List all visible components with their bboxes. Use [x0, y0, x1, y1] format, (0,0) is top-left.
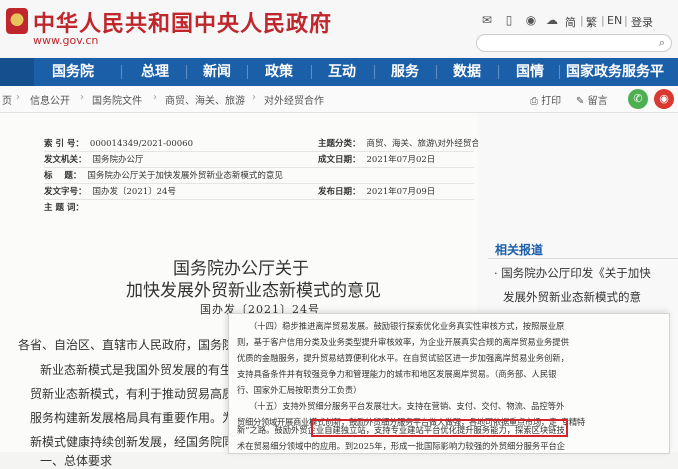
tiananmen-icon — [0, 58, 34, 86]
comment-button[interactable]: ✎ 留言 — [576, 92, 608, 107]
excerpt-line: 则，基于客户信用分类及业务类型提升审核效率，为企业开展真实合规的离岸贸易业务提供 — [237, 337, 569, 347]
body-paragraph-line: 各省、自治区、直辖市人民政府，国务院各 — [18, 338, 247, 352]
meta-issuer-row: 发文机关： 国务院办公厅 — [44, 153, 144, 165]
weibo-share-icon[interactable]: ◉ — [654, 89, 674, 109]
document-meta-table: 索 引 号： 000014349/2021-00060 主题分类： 商贸、海关、旅游… — [44, 133, 488, 213]
divider: | — [624, 14, 628, 27]
breadcrumb-commerce[interactable]: 商贸、海关、旅游 — [165, 92, 245, 107]
meta-divider — [44, 199, 474, 200]
meta-label: 主 题 词： — [44, 203, 84, 213]
meta-divider — [44, 183, 474, 184]
main-nav: 国务院 总理 新闻 政策 互动 服务 数据 国情 国家政务服务平 — [0, 58, 678, 86]
breadcrumb-separator: › — [153, 92, 157, 103]
weibo-small-icon[interactable]: ◉ — [523, 13, 539, 27]
meta-written-date-row: 成文日期： 2021年07月02日 — [318, 153, 435, 165]
nav-separator — [121, 65, 122, 79]
excerpt-line: 术在贸易细分领域中的应用。到2025年，形成一批国际影响力较强的外贸细分服务平台… — [237, 441, 566, 451]
meta-label: 发文机关： — [44, 155, 87, 165]
breadcrumb-separator: › — [80, 92, 84, 103]
excerpt-line: 支持具备条件并有较强竞争力和管理能力的城市和地区发展离岸贸易。（商务部、人民银 — [237, 369, 557, 379]
simplified-chinese-link[interactable]: 简 — [565, 14, 576, 30]
comment-label: 留言 — [587, 96, 608, 107]
site-url[interactable]: www.gov.cn — [33, 34, 98, 47]
nav-item-policy[interactable]: 政策 — [265, 58, 293, 86]
body-paragraph-line: 新业态新模式是我国外贸发展的有生力 — [40, 363, 245, 377]
meta-label: 索 引 号： — [44, 139, 84, 149]
breadcrumb-separator: › — [16, 92, 20, 103]
meta-divider — [44, 167, 474, 168]
body-paragraph-line: 贸新业态新模式，有利于推动贸易高质量发 — [30, 387, 259, 401]
body-paragraph-line: 新模式健康持续创新发展，经国务院同意， — [30, 435, 259, 449]
divider: | — [601, 14, 605, 27]
nav-item-news[interactable]: 新闻 — [203, 58, 231, 86]
meta-label: 成文日期： — [318, 155, 361, 165]
meta-title-row: 标 题： 国务院办公厅关于加快发展外贸新业态新模式的意见 — [44, 169, 283, 181]
meta-index-row: 索 引 号： 000014349/2021-00060 — [44, 137, 193, 149]
meta-divider — [44, 151, 474, 152]
nav-separator — [559, 65, 560, 79]
highlight-box — [311, 419, 568, 437]
national-emblem-icon[interactable] — [6, 8, 28, 34]
meta-doc-no-row: 发文字号： 国办发〔2021〕24号 — [44, 185, 176, 197]
nav-separator — [374, 65, 375, 79]
english-link[interactable]: EN — [607, 14, 622, 27]
meta-value: 2021年07月02日 — [366, 155, 436, 165]
breadcrumb-separator: › — [252, 92, 256, 103]
nav-item-premier[interactable]: 总理 — [141, 58, 169, 86]
document-title-line-2: 加快发展外贸新业态新模式的意见 — [126, 281, 381, 301]
print-button[interactable]: ⎙ 打印 — [530, 92, 561, 107]
related-title: 相关报道 — [495, 243, 544, 257]
divider: | — [580, 14, 584, 27]
breadcrumb-home[interactable]: 页 — [2, 92, 12, 107]
meta-value: 商贸、海关、旅游\对外经贸合作 — [366, 139, 489, 149]
breadcrumb-foreign-trade[interactable]: 对外经贸合作 — [264, 92, 324, 107]
search-input[interactable]: ⌕ — [476, 34, 672, 52]
breadcrumb-info-disclosure[interactable]: 信息公开 — [30, 92, 70, 107]
related-link[interactable]: · 国务院办公厅印发《关于加快 — [494, 265, 651, 281]
meta-category-row: 主题分类： 商贸、海关、旅游\对外经贸合作 — [318, 137, 488, 149]
excerpt-line: （十五）支持外贸细分服务平台发展壮大。支持在营销、支付、交付、物流、品控等外 — [249, 401, 565, 411]
comment-icon: ✎ — [576, 96, 585, 107]
mobile-icon[interactable]: ▯ — [501, 13, 517, 27]
meta-published-date-row: 发布日期： 2021年07月09日 — [318, 185, 435, 197]
breadcrumb-state-council-docs[interactable]: 国务院文件 — [92, 92, 142, 107]
nav-separator — [436, 65, 437, 79]
excerpt-line: 优质的金融服务，提升贸易结算便利化水平。在自贸试验区进一步加强离岸贸易业务创新， — [237, 353, 569, 363]
meta-value: 000014349/2021-00060 — [89, 139, 194, 149]
nav-item-services[interactable]: 服务 — [391, 58, 419, 86]
login-link[interactable]: 登录 — [631, 14, 653, 30]
nav-item-interaction[interactable]: 互动 — [328, 58, 356, 86]
meta-label: 标 题： — [44, 171, 82, 181]
nav-separator — [498, 65, 499, 79]
traditional-chinese-link[interactable]: 繁 — [586, 14, 597, 30]
excerpt-line: 行、国家外汇局按职责分工负责） — [237, 385, 362, 395]
section-heading: 一、总体要求 — [40, 454, 113, 468]
meta-value: 2021年07月09日 — [366, 187, 436, 197]
body-paragraph-line: 服务构建新发展格局具有重要作用。为深入 — [30, 411, 259, 425]
wechat-share-icon[interactable]: ✆ — [628, 89, 648, 109]
meta-label: 发布日期： — [318, 187, 361, 197]
nav-item-national-conditions[interactable]: 国情 — [516, 58, 544, 86]
meta-value: 国务院办公厅关于加快发展外贸新业态新模式的意见 — [87, 171, 283, 181]
nav-separator — [311, 65, 312, 79]
search-icon[interactable]: ⌕ — [659, 36, 665, 50]
wechat-small-icon[interactable]: ☁ — [544, 13, 560, 27]
meta-label: 发文字号： — [44, 187, 87, 197]
nav-separator — [186, 65, 187, 79]
meta-subject-row: 主 题 词： — [44, 201, 84, 213]
related-link-continued[interactable]: 发展外贸新业态新模式的意 — [503, 289, 641, 305]
meta-label: 主题分类： — [318, 139, 361, 149]
print-icon: ⎙ — [530, 96, 538, 107]
mail-icon[interactable]: ✉ — [479, 13, 495, 27]
nav-item-data[interactable]: 数据 — [453, 58, 481, 86]
nav-separator — [247, 65, 248, 79]
nav-item-service-platform[interactable]: 国家政务服务平 — [566, 58, 664, 86]
nav-item-state-council[interactable]: 国务院 — [52, 58, 94, 86]
related-divider — [488, 258, 678, 259]
excerpt-line: （十四）稳步推进离岸贸易发展。鼓励银行探索优化业务真实性审核方式，按照展业原 — [249, 321, 565, 331]
meta-value: 国务院办公厅 — [92, 155, 144, 165]
print-label: 打印 — [541, 96, 562, 107]
meta-value: 国办发〔2021〕24号 — [92, 187, 176, 197]
